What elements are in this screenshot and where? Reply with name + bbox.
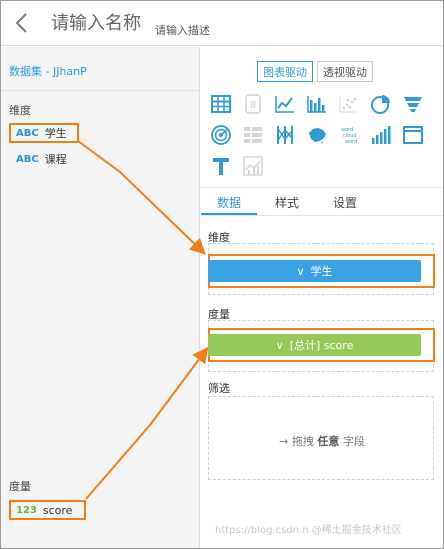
pill-label: 学生 [310, 265, 333, 278]
filter-text-after: 字段 [342, 435, 365, 448]
dimension-pill-student[interactable]: ∨ 学生 [208, 260, 421, 282]
header-bar [1, 1, 443, 46]
chart-config-panel: 图表驱动 透视驱动 8 word cloud word 数据 样式 设置 维度 … [201, 47, 443, 548]
word-cloud-word: word [345, 139, 357, 145]
chevron-down-icon: ∨ [296, 264, 305, 278]
stacked-bar-icon[interactable] [240, 122, 266, 148]
filter-drop-zone[interactable]: → 拖拽 任意 字段 [208, 396, 434, 480]
number-type-icon: 123 [16, 504, 37, 516]
rich-text-frame-icon[interactable] [400, 122, 426, 148]
chart-type-grid: 8 word cloud word [208, 91, 426, 179]
measure-pill-score[interactable]: ∨ [总计] score [208, 334, 421, 356]
parallel-axis-icon[interactable] [272, 122, 298, 148]
measure-section-label: 度量 [9, 480, 31, 493]
pie-chart-icon[interactable] [368, 91, 394, 117]
watermark: https://blog.csdn.n @稀土掘金技术社区 [215, 525, 402, 536]
table-icon[interactable] [208, 91, 234, 117]
divider [201, 187, 443, 188]
back-arrow-icon[interactable] [11, 11, 35, 35]
scatter-icon[interactable] [336, 91, 362, 117]
dimension-section-label: 维度 [9, 104, 31, 117]
tab-data[interactable]: 数据 [201, 190, 257, 215]
dataset-link[interactable]: 数据集 - JJhanP [9, 63, 87, 79]
config-tabs: 数据 样式 设置 [201, 190, 443, 216]
name-input[interactable] [51, 10, 146, 36]
divider [1, 90, 199, 91]
arrow-right-icon: → [279, 435, 289, 448]
pivot-driven-button[interactable]: 透视驱动 [317, 61, 373, 82]
field-name: 学生 [44, 127, 67, 140]
bar-chart-icon[interactable] [304, 91, 330, 117]
radar-icon[interactable] [208, 122, 234, 148]
field-panel: 数据集 - JJhanP 维度 ABC 学生 ABC 课程 度量 123 sco… [1, 47, 200, 548]
line-chart-icon[interactable] [272, 91, 298, 117]
chart-driven-button[interactable]: 图表驱动 [257, 61, 313, 82]
dimension-field-student[interactable]: ABC 学生 [9, 123, 79, 143]
description-input[interactable] [155, 21, 255, 39]
word-cloud-icon[interactable]: word cloud word [336, 122, 362, 148]
filter-text-before: 拖拽 [291, 435, 314, 448]
funnel-icon[interactable] [400, 91, 426, 117]
tab-settings[interactable]: 设置 [317, 190, 373, 215]
waterfall-icon[interactable] [240, 153, 266, 179]
dimension-field-course[interactable]: ABC 课程 [16, 149, 67, 169]
number-card-icon[interactable]: 8 [240, 91, 266, 117]
measure-field-score[interactable]: 123 score [9, 500, 86, 520]
field-name: score [42, 503, 73, 517]
filter-placeholder: → 拖拽 任意 字段 [209, 433, 435, 449]
china-map-icon[interactable] [304, 122, 330, 148]
tab-style[interactable]: 样式 [259, 190, 315, 215]
filter-text-bold: 任意 [317, 435, 340, 448]
string-type-icon: ABC [16, 127, 39, 139]
filter-zone-label: 筛选 [208, 382, 230, 395]
svg-text:8: 8 [250, 100, 256, 111]
field-name: 课程 [44, 153, 67, 166]
bar-rank-icon[interactable] [368, 122, 394, 148]
chevron-down-icon: ∨ [275, 338, 284, 352]
pill-label: [总计] score [289, 339, 354, 352]
text-icon[interactable] [208, 153, 234, 179]
drive-mode-toggle: 图表驱动 透视驱动 [257, 61, 373, 82]
string-type-icon: ABC [16, 153, 39, 165]
